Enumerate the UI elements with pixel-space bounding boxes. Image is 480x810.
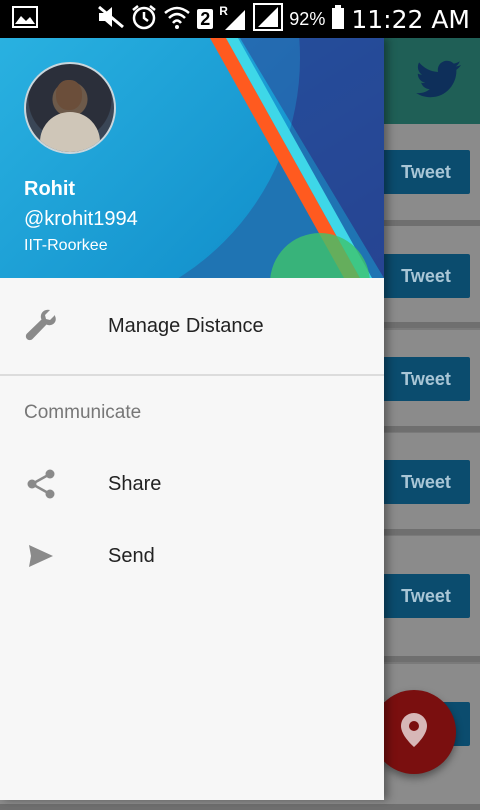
battery-percent: 92% bbox=[289, 8, 326, 29]
user-organization: IIT-Roorkee bbox=[24, 237, 108, 254]
location-fab[interactable] bbox=[372, 690, 456, 774]
divider bbox=[0, 374, 384, 376]
wrench-icon bbox=[24, 309, 58, 343]
menu-item-manage-distance[interactable]: Manage Distance bbox=[0, 290, 384, 362]
tweet-button[interactable]: Tweet bbox=[382, 150, 470, 194]
menu-label: Send bbox=[108, 544, 155, 567]
share-icon bbox=[24, 467, 58, 501]
status-left bbox=[0, 5, 38, 33]
section-title-communicate: Communicate bbox=[24, 402, 142, 423]
drawer-header: Rohit @krohit1994 IIT-Roorkee bbox=[0, 38, 384, 278]
wifi-icon bbox=[163, 5, 191, 34]
menu-item-send[interactable]: Send bbox=[0, 520, 384, 592]
menu-label: Manage Distance bbox=[108, 314, 264, 337]
send-icon bbox=[24, 539, 58, 573]
menu-item-share[interactable]: Share bbox=[0, 448, 384, 520]
clock: 11:22 AM bbox=[351, 4, 470, 34]
twitter-bird-icon[interactable] bbox=[416, 60, 462, 105]
tweet-button[interactable]: Tweet bbox=[382, 254, 470, 298]
menu-label: Share bbox=[108, 472, 162, 495]
tweet-button[interactable]: Tweet bbox=[382, 574, 470, 618]
navigation-drawer: Rohit @krohit1994 IIT-Roorkee Manage Dis… bbox=[0, 38, 384, 800]
tweet-button[interactable]: Tweet bbox=[382, 460, 470, 504]
user-handle: @krohit1994 bbox=[24, 208, 138, 230]
battery-icon bbox=[331, 4, 345, 34]
signal-icon bbox=[253, 2, 284, 36]
mute-icon bbox=[97, 5, 125, 34]
alarm-icon bbox=[131, 4, 157, 35]
sim-slot-badge: 2 bbox=[197, 9, 214, 29]
avatar-face bbox=[56, 80, 82, 110]
location-pin-icon bbox=[401, 712, 427, 752]
roaming-label: R bbox=[219, 4, 228, 18]
avatar-body bbox=[40, 112, 100, 152]
gallery-icon bbox=[12, 5, 38, 33]
user-name: Rohit bbox=[24, 178, 76, 200]
status-bar: 2 R 92% 11:22 AM bbox=[0, 0, 480, 38]
avatar[interactable] bbox=[24, 62, 116, 154]
tweet-button[interactable]: Tweet bbox=[382, 357, 470, 401]
roaming-signal-icon: R bbox=[219, 4, 247, 32]
status-right: 2 R 92% 11:22 AM bbox=[97, 2, 480, 36]
